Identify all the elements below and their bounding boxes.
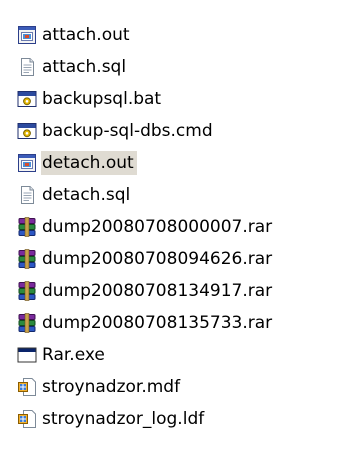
file-name: backup-sql-dbs.cmd xyxy=(42,121,213,141)
file-item[interactable]: dump20080708094626.rar xyxy=(17,243,347,275)
file-item[interactable]: Rar.exe xyxy=(17,339,347,371)
batch-file-icon xyxy=(17,88,37,110)
file-name: stroynadzor_log.ldf xyxy=(42,409,205,429)
file-item[interactable]: stroynadzor.mdf xyxy=(17,371,347,403)
file-name: stroynadzor.mdf xyxy=(42,377,181,397)
database-file-icon xyxy=(17,408,37,430)
output-file-icon xyxy=(17,152,37,174)
output-file-icon xyxy=(17,24,37,46)
file-item[interactable]: dump20080708135733.rar xyxy=(17,307,347,339)
rar-archive-icon xyxy=(17,312,37,334)
file-name: backupsql.bat xyxy=(42,89,162,109)
rar-archive-icon xyxy=(17,248,37,270)
file-item[interactable]: backupsql.bat xyxy=(17,83,347,115)
rar-archive-icon xyxy=(17,280,37,302)
file-name: detach.sql xyxy=(42,185,131,205)
file-item[interactable]: attach.out xyxy=(17,19,347,51)
file-item[interactable]: detach.sql xyxy=(17,179,347,211)
file-item[interactable]: dump20080708134917.rar xyxy=(17,275,347,307)
file-name: dump20080708094626.rar xyxy=(42,249,273,269)
file-item[interactable]: dump20080708000007.rar xyxy=(17,211,347,243)
file-name: attach.sql xyxy=(42,57,127,77)
file-item[interactable]: stroynadzor_log.ldf xyxy=(17,403,347,435)
batch-file-icon xyxy=(17,120,37,142)
file-item[interactable]: backup-sql-dbs.cmd xyxy=(17,115,347,147)
file-name: detach.out xyxy=(41,151,137,175)
file-item[interactable]: attach.sql xyxy=(17,51,347,83)
file-list: attach.out attach.sql backupsql.bat back… xyxy=(17,19,347,435)
file-name: dump20080708134917.rar xyxy=(42,281,273,301)
file-name: Rar.exe xyxy=(42,345,105,365)
sql-text-file-icon xyxy=(17,184,37,206)
file-name: dump20080708135733.rar xyxy=(42,313,273,333)
file-item-selected[interactable]: detach.out xyxy=(17,147,347,179)
file-name: attach.out xyxy=(42,25,130,45)
application-window-icon xyxy=(17,344,37,366)
file-name: dump20080708000007.rar xyxy=(42,217,273,237)
database-file-icon xyxy=(17,376,37,398)
sql-text-file-icon xyxy=(17,56,37,78)
rar-archive-icon xyxy=(17,216,37,238)
